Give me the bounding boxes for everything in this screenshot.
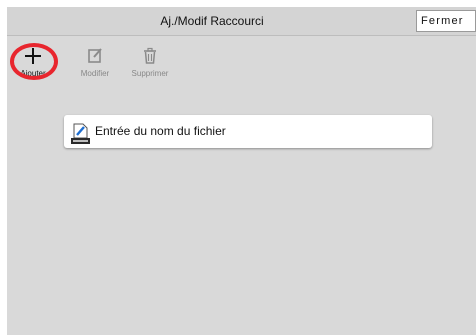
trash-icon: [144, 47, 156, 64]
close-button[interactable]: Fermer: [416, 10, 476, 32]
file-name-entry-label: Entrée du nom du fichier: [95, 124, 226, 138]
edit-icon: [88, 48, 102, 63]
add-button-label: Ajouter: [20, 69, 46, 78]
modify-button-label: Modifier: [80, 69, 110, 78]
modify-button[interactable]: Modifier: [69, 47, 121, 87]
delete-button-label: Supprimer: [131, 69, 169, 78]
plus-icon: [25, 48, 41, 64]
file-name-entry[interactable]: Entrée du nom du fichier: [64, 115, 432, 148]
title-bar: Aj./Modif Raccourci Fermer: [7, 7, 476, 36]
screen: Aj./Modif Raccourci Fermer Ajouter Modif…: [0, 0, 476, 335]
add-button[interactable]: Ajouter: [7, 47, 59, 87]
delete-button[interactable]: Supprimer: [124, 47, 176, 87]
file-name-icon: [71, 123, 90, 144]
page-title: Aj./Modif Raccourci: [160, 14, 264, 28]
shortcut-panel: Aj./Modif Raccourci Fermer Ajouter Modif…: [7, 7, 476, 335]
